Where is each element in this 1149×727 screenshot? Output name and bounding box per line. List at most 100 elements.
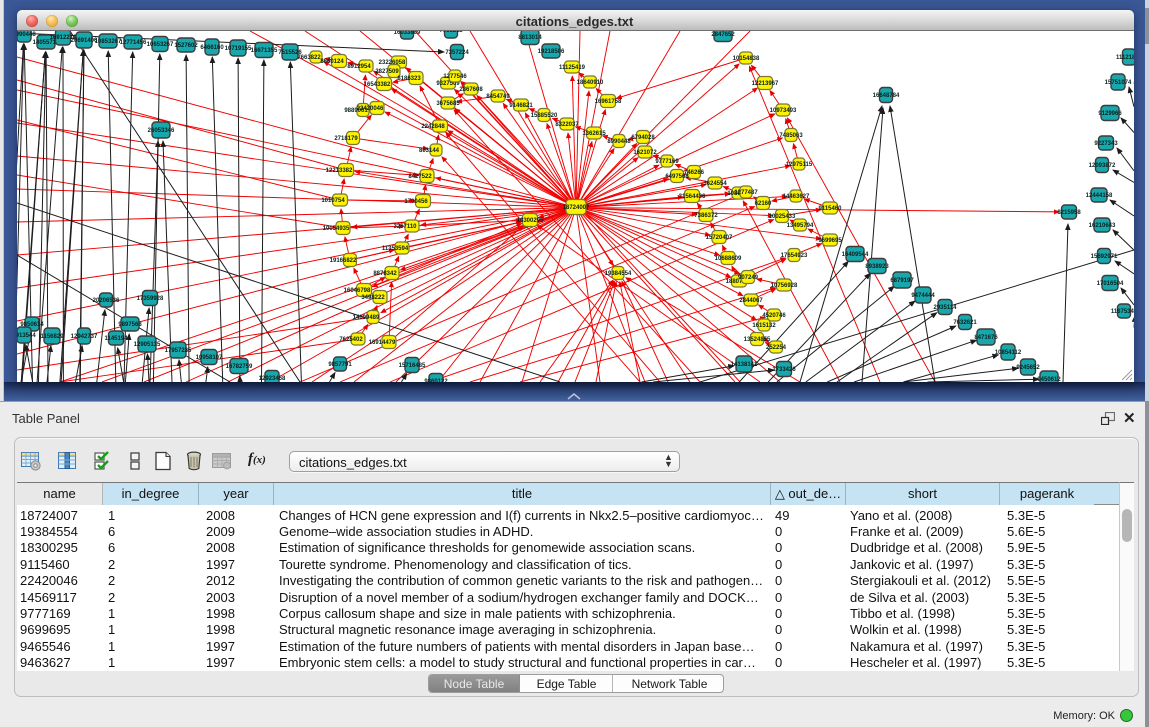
svg-text:10853267: 10853267 xyxy=(95,39,122,45)
svg-text:14463627: 14463627 xyxy=(783,194,810,200)
svg-text:8322037: 8322037 xyxy=(555,122,579,128)
svg-text:1277487: 1277487 xyxy=(734,190,758,196)
svg-text:15692971: 15692971 xyxy=(1091,254,1118,260)
svg-text:6794028: 6794028 xyxy=(631,135,655,141)
svg-text:1156829: 1156829 xyxy=(40,334,64,340)
svg-text:10653267: 10653267 xyxy=(147,42,174,48)
svg-text:10756928: 10756928 xyxy=(771,283,798,289)
svg-text:21564436: 21564436 xyxy=(679,194,706,200)
svg-text:19166822: 19166822 xyxy=(330,258,357,264)
svg-text:1615132: 1615132 xyxy=(752,323,776,329)
svg-text:16648784: 16648784 xyxy=(873,93,900,99)
svg-text:12942737: 12942737 xyxy=(71,334,98,340)
svg-text:16046798: 16046798 xyxy=(344,288,371,294)
svg-text:12213967: 12213967 xyxy=(752,81,779,87)
svg-text:11125419: 11125419 xyxy=(559,65,586,71)
svg-text:11675341: 11675341 xyxy=(1111,309,1134,315)
svg-text:8660124: 8660124 xyxy=(320,59,344,65)
svg-text:1733426: 1733426 xyxy=(772,367,796,373)
svg-text:17957225: 17957225 xyxy=(165,348,192,354)
svg-text:9777169: 9777169 xyxy=(655,159,679,165)
svg-text:18640910: 18640910 xyxy=(577,80,604,86)
svg-text:1010754: 1010754 xyxy=(321,198,345,204)
svg-text:14099489: 14099489 xyxy=(353,315,380,321)
svg-text:7632621: 7632621 xyxy=(953,320,977,326)
svg-text:8215958: 8215958 xyxy=(1057,210,1081,216)
svg-text:14138141: 14138141 xyxy=(731,362,758,368)
svg-text:2718179: 2718179 xyxy=(334,136,358,142)
svg-text:16961758: 16961758 xyxy=(595,99,622,105)
svg-text:8813014: 8813014 xyxy=(518,35,542,41)
svg-text:6497568: 6497568 xyxy=(665,174,689,180)
svg-text:907249: 907249 xyxy=(738,275,759,281)
svg-text:12093872: 12093872 xyxy=(1089,163,1116,169)
svg-text:8471676: 8471676 xyxy=(974,335,998,341)
svg-text:11353594: 11353594 xyxy=(382,246,409,252)
svg-text:9146821: 9146821 xyxy=(509,103,533,109)
svg-text:2867608: 2867608 xyxy=(459,87,483,93)
svg-text:8912954: 8912954 xyxy=(347,64,371,70)
svg-text:252254: 252254 xyxy=(766,345,787,351)
svg-text:9857791: 9857791 xyxy=(328,362,352,368)
svg-text:16782759: 16782759 xyxy=(226,364,253,370)
svg-text:9227343: 9227343 xyxy=(1094,141,1118,147)
svg-text:19218506: 19218506 xyxy=(538,49,565,55)
svg-text:17654923: 17654923 xyxy=(781,253,808,259)
svg-text:15720407: 15720407 xyxy=(706,235,733,241)
svg-text:9245652: 9245652 xyxy=(1016,365,1040,371)
svg-text:10854112: 10854112 xyxy=(995,350,1022,356)
svg-text:1145194: 1145194 xyxy=(104,336,128,342)
svg-text:2242848: 2242848 xyxy=(421,124,445,130)
svg-text:6466160: 6466160 xyxy=(200,45,224,51)
svg-text:9474444: 9474444 xyxy=(911,293,935,299)
svg-text:19384554: 19384554 xyxy=(605,271,632,277)
svg-text:10973493: 10973493 xyxy=(770,108,797,114)
svg-text:16033809: 16033809 xyxy=(394,31,421,36)
svg-text:15716485: 15716485 xyxy=(399,363,426,369)
svg-text:10154838: 10154838 xyxy=(733,56,760,62)
svg-text:1277546: 1277546 xyxy=(443,74,467,80)
svg-text:9450612: 9450612 xyxy=(1037,377,1061,382)
svg-text:18724007: 18724007 xyxy=(563,205,590,211)
svg-text:26053346: 26053346 xyxy=(148,128,175,134)
svg-text:1700456: 1700456 xyxy=(404,199,428,205)
svg-text:11121831: 11121831 xyxy=(1116,55,1134,61)
svg-text:3624554: 3624554 xyxy=(703,181,727,187)
svg-text:10688609: 10688609 xyxy=(715,256,742,262)
svg-text:8454749: 8454749 xyxy=(486,94,510,100)
svg-text:15751074: 15751074 xyxy=(1105,80,1132,86)
svg-text:803144: 803144 xyxy=(419,148,440,154)
svg-text:16671355: 16671355 xyxy=(251,48,278,54)
svg-text:2847652: 2847652 xyxy=(711,32,735,38)
svg-text:8990448: 8990448 xyxy=(17,32,36,38)
svg-text:3267110: 3267110 xyxy=(393,224,417,230)
svg-text:7386372: 7386372 xyxy=(694,213,718,219)
svg-text:9860122: 9860122 xyxy=(424,379,448,382)
svg-text:4520746: 4520746 xyxy=(762,313,786,319)
svg-text:12213382: 12213382 xyxy=(326,168,353,174)
svg-text:7663822: 7663822 xyxy=(297,55,321,61)
svg-text:7485063: 7485063 xyxy=(779,133,803,139)
svg-text:17016504: 17016504 xyxy=(1097,281,1124,287)
svg-text:1527602: 1527602 xyxy=(174,43,198,49)
svg-text:9115460: 9115460 xyxy=(818,206,842,212)
svg-text:15885520: 15885520 xyxy=(531,113,558,119)
svg-text:10958107: 10958107 xyxy=(196,355,223,361)
svg-text:7625402: 7625402 xyxy=(339,337,363,343)
svg-text:1621072: 1621072 xyxy=(633,150,657,156)
svg-text:2827509: 2827509 xyxy=(375,69,399,75)
svg-text:17359928: 17359928 xyxy=(137,296,164,302)
svg-text:62160: 62160 xyxy=(755,201,772,207)
svg-text:13524855: 13524855 xyxy=(744,337,771,343)
svg-text:3498222: 3498222 xyxy=(361,295,385,301)
svg-text:1362615: 1362615 xyxy=(582,131,606,137)
svg-text:8990448: 8990448 xyxy=(607,139,631,145)
svg-text:3913544: 3913544 xyxy=(17,333,36,339)
svg-text:8878342: 8878342 xyxy=(373,271,397,277)
svg-text:7953211: 7953211 xyxy=(439,31,463,34)
svg-text:9897568: 9897568 xyxy=(118,322,142,328)
svg-text:16543382: 16543382 xyxy=(364,82,391,88)
svg-text:13495794: 13495794 xyxy=(787,223,814,229)
svg-text:23420046: 23420046 xyxy=(357,106,384,112)
svg-text:9129966: 9129966 xyxy=(1098,111,1122,117)
